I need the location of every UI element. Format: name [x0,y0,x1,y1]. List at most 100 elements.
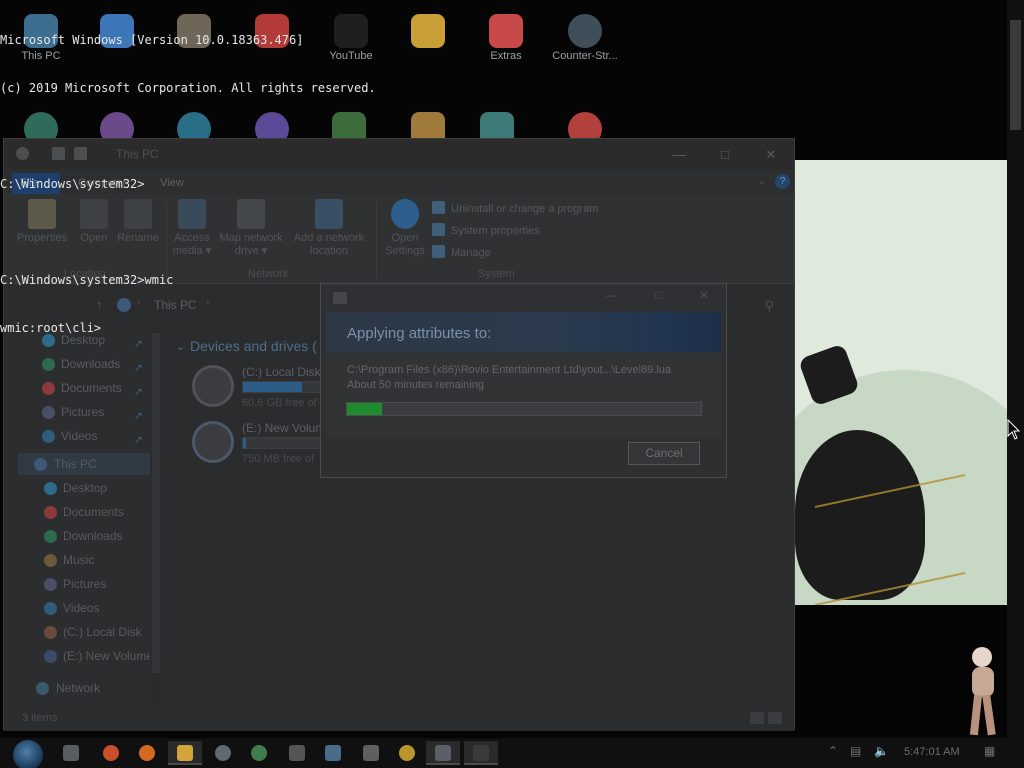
pin-icon: ➚ [134,386,144,398]
nav-item-pc-music[interactable]: Music [4,549,150,571]
taskbar-chrome[interactable] [94,741,128,765]
music-icon [44,554,57,567]
network-icon[interactable]: ▤ [850,744,861,758]
calculator-icon [289,745,305,761]
console-icon [473,745,489,761]
documents-icon [42,382,55,395]
task-view-icon [63,745,79,761]
cancel-button[interactable]: Cancel [628,442,700,465]
taskbar-app-yellow[interactable] [390,741,424,765]
console-line: C:\Windows\system32> [0,177,145,191]
download-icon [42,358,55,371]
taskbar-app-grid[interactable] [354,741,388,765]
nav-label: (E:) New Volume [63,649,154,663]
wallpaper-image [795,160,1007,605]
dialog-footer: Cancel [326,437,721,475]
nav-label: Pictures [63,577,107,591]
nav-item-network[interactable]: Network [4,677,150,699]
nav-label: Desktop [63,481,108,495]
nav-item-pc-pictures[interactable]: Pictures [4,573,150,595]
taskbar-app-monitor[interactable] [426,741,460,765]
nav-label: Music [63,553,95,567]
nav-item-downloads[interactable]: Downloads ➚ [4,353,150,375]
grid-icon [363,745,379,761]
current-file-path: C:\Program Files (x86)\Rovio Entertainme… [347,364,672,376]
taskbar: ⌃ ▤ 🔈 5:47:01 AM ▦ [0,738,1024,768]
nav-label: Videos [61,429,98,443]
app-icon [399,745,415,761]
nav-item-pc-documents[interactable]: Documents [4,501,150,523]
taskbar-yandex[interactable] [206,741,240,765]
download-icon [44,530,57,543]
time-remaining: About 50 minutes remaining [347,379,484,391]
desktop-figure-image [960,645,1005,737]
nav-label: Network [56,681,101,695]
nav-scrollbar[interactable] [150,325,162,705]
pictures-icon [44,578,57,591]
console-line: wmic:root\cli> [0,321,102,335]
tiles-view-icon[interactable] [768,712,782,724]
drive-name: (E:) New Volum [242,421,326,435]
start-button[interactable] [8,738,48,768]
start-orb-icon [13,740,43,768]
console-line: Microsoft Windows [Version 10.0.18363.47… [0,33,304,47]
nav-label: (C:) Local Disk [63,625,142,639]
taskbar-console[interactable] [464,741,498,765]
figure-leg [969,694,983,736]
pin-icon: ➚ [134,434,144,446]
nav-item-pc-new-volume[interactable]: (E:) New Volume [4,645,162,667]
videos-icon [42,430,55,443]
nav-item-pc-videos[interactable]: Videos [4,597,150,619]
folder-icon [177,745,193,761]
nav-item-videos[interactable]: Videos ➚ [4,425,150,447]
pin-icon: ➚ [134,410,144,422]
volume-icon[interactable]: 🔈 [874,744,889,758]
details-view-icon[interactable] [750,712,764,724]
disk-icon [192,421,234,463]
disk-icon [44,626,57,639]
drive-free-space: 60.6 GB free of [242,397,317,409]
nav-item-pc-desktop[interactable]: Desktop [4,477,150,499]
tray-chevron-up-icon[interactable]: ⌃ [828,744,838,758]
taskbar-calculator[interactable] [280,741,314,765]
documents-icon [44,506,57,519]
taskbar-firefox[interactable] [130,741,164,765]
nav-label: Downloads [61,357,121,371]
nav-label: This PC [54,457,97,471]
computer-icon [34,458,47,471]
figure-head [972,647,992,667]
nav-scrollbar-thumb[interactable] [152,333,160,673]
progress-bar [346,402,702,416]
taskbar-app-green[interactable] [242,741,276,765]
monitor-icon [435,745,451,761]
pin-icon: ➚ [134,362,144,374]
drive-name: (C:) Local Disk [242,365,321,379]
taskbar-app-window[interactable] [316,741,350,765]
disk-icon [192,365,234,407]
firefox-icon [139,745,155,761]
notifications-icon[interactable]: ▦ [984,744,995,758]
videos-icon [44,602,57,615]
nav-item-pc-downloads[interactable]: Downloads [4,525,150,547]
chrome-icon [103,745,119,761]
disk-icon [44,650,57,663]
clock[interactable]: 5:47:01 AM [904,746,960,758]
navigation-pane: Desktop ➚ Downloads ➚ Documents ➚ Pictur… [4,325,162,705]
nav-item-pc-local-disk[interactable]: (C:) Local Disk [4,621,150,643]
desktop-scrollbar[interactable] [1007,0,1024,738]
nav-label: Documents [63,505,124,519]
figure-torso [972,667,994,697]
taskbar-task-view[interactable] [54,741,88,765]
taskbar-file-explorer[interactable] [168,741,202,765]
nav-item-this-pc[interactable]: This PC [18,453,150,475]
desktop-icon [44,482,57,495]
app-icon [251,745,267,761]
nav-label: Documents [61,381,122,395]
scrollbar-thumb[interactable] [1010,20,1021,130]
console-line: (c) 2019 Microsoft Corporation. All righ… [0,81,376,95]
nav-item-pictures[interactable]: Pictures ➚ [4,401,150,423]
nav-item-documents[interactable]: Documents ➚ [4,377,150,399]
nav-label: Pictures [61,405,105,419]
mouse-cursor-icon [1007,419,1021,440]
